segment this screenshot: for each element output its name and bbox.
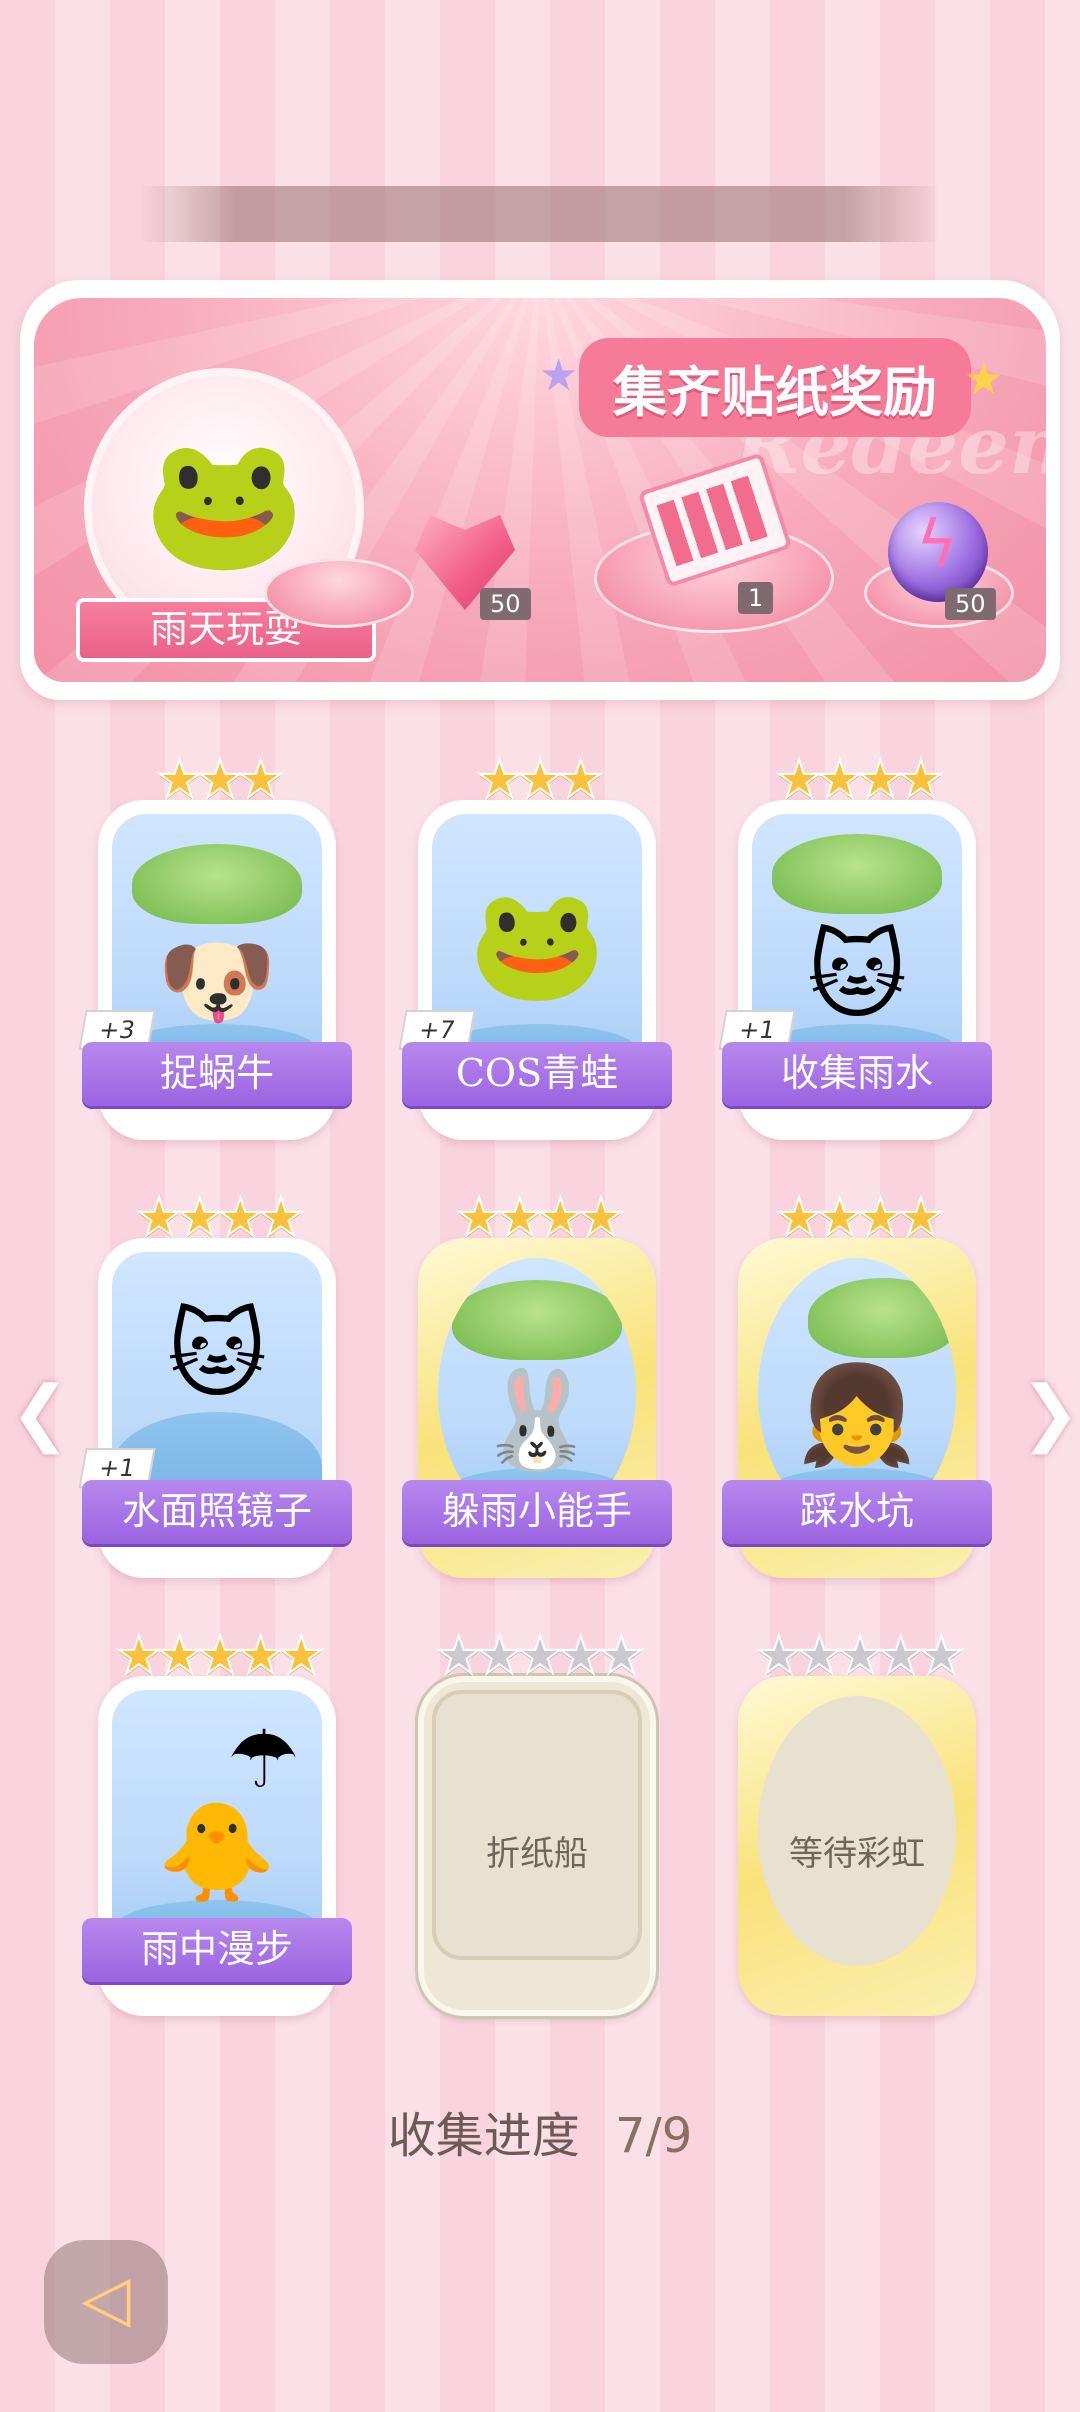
star-filled-icon: ★ (216, 1187, 265, 1249)
bunny-icon: 🐰 (477, 1364, 597, 1476)
star-filled-icon: ★ (577, 1187, 626, 1249)
gift-box-count: 1 (738, 582, 774, 614)
star-filled-icon: ★ (536, 1187, 585, 1249)
card-name-label: 雨中漫步 (82, 1918, 352, 1982)
sticker-card[interactable]: 🐶 ★★★ +3 捉蜗牛 (78, 749, 352, 1150)
star-rating: ★★★★★ (82, 1625, 352, 1687)
calico-cat-icon: 🐱 (166, 1298, 268, 1411)
girl-icon: 👧 (797, 1358, 917, 1471)
progress-value: 7/9 (615, 2108, 693, 2164)
star-filled-icon: ★ (897, 1187, 946, 1249)
star-filled-icon: ★ (196, 749, 245, 811)
reward-panel-background: Redeem ★ 集齐贴纸奖励 ★ 🐸 雨天玩耍 (34, 298, 1046, 682)
card-name-label: COS青蛙 (402, 1042, 672, 1106)
star-empty-icon: ★ (795, 1625, 844, 1687)
star-empty-icon: ★ (754, 1625, 803, 1687)
star-rating: ★★★★★ (402, 1625, 672, 1687)
lotus-leaf-umbrella (132, 844, 302, 924)
star-filled-icon: ★ (155, 749, 204, 811)
puppy-icon: 🐶 (157, 925, 277, 1038)
notification-marquee (140, 186, 940, 242)
umbrella-icon: ☂ (227, 1713, 300, 1807)
lotus-leaf-umbrella (808, 1278, 956, 1358)
star-filled-icon: ★ (556, 749, 605, 811)
star-filled-icon: ★ (475, 749, 524, 811)
star-filled-icon: ★ (815, 1187, 864, 1249)
card-name-label: 踩水坑 (722, 1480, 992, 1544)
star-empty-icon: ★ (516, 1625, 565, 1687)
frog-hood-cat-icon: 🐸 (143, 426, 305, 579)
sticker-card-locked[interactable]: ★★★★★ 等待彩虹 (722, 1625, 992, 2026)
star-rating: ★★★★ (402, 1187, 672, 1249)
star-filled-icon: ★ (455, 1187, 504, 1249)
star-filled-icon: ★ (114, 1625, 163, 1687)
star-filled-icon: ★ (516, 749, 565, 811)
star-empty-icon: ★ (556, 1625, 605, 1687)
star-filled-icon: ★ (236, 749, 285, 811)
energy-orb-count: 50 (945, 588, 996, 620)
back-arrow-icon: ◁ (81, 2262, 131, 2336)
star-filled-icon: ★ (495, 1187, 544, 1249)
lotus-leaf-umbrella (452, 1280, 622, 1360)
star-filled-icon: ★ (775, 1187, 824, 1249)
frog-icon: 🐸 (468, 879, 606, 1008)
reward-title: 集齐贴纸奖励 (579, 338, 971, 437)
sticker-card[interactable]: 👧 ★★★★ 踩水坑 (722, 1187, 992, 1588)
chevron-right-icon[interactable]: ❯ (1020, 1370, 1080, 1454)
lotus-leaf-umbrella (772, 834, 942, 914)
sticker-card[interactable]: 🐰 ★★★★ 躲雨小能手 (402, 1187, 672, 1588)
sticker-card[interactable]: ☂ 🐥 ★★★★★ 雨中漫步 (82, 1625, 352, 2026)
card-artwork-placeholder (432, 1690, 642, 1960)
star-filled-icon: ★ (856, 749, 905, 811)
star-empty-icon: ★ (917, 1625, 966, 1687)
progress-label: 收集进度 (387, 2108, 580, 2164)
gem-count: 50 (480, 588, 531, 620)
card-name-label: 收集雨水 (722, 1042, 992, 1106)
star-empty-icon: ★ (434, 1625, 483, 1687)
star-rating: ★★★★ (82, 1187, 352, 1249)
star-filled-icon: ★ (897, 749, 946, 811)
star-filled-icon: ★ (775, 749, 824, 811)
star-filled-icon: ★ (277, 1625, 326, 1687)
star-filled-icon: ★ (815, 749, 864, 811)
card-name-label: 躲雨小能手 (402, 1480, 672, 1544)
sticker-card[interactable]: 🐱 ★★★★ +1 水面照镜子 (78, 1187, 352, 1588)
star-filled-icon: ★ (257, 1187, 306, 1249)
star-rating: ★★★★ (722, 749, 992, 811)
star-rating: ★★★★ (722, 1187, 992, 1249)
duck-hood-cat-icon: 🐥 (157, 1796, 277, 1908)
purple-star-icon: ★ (539, 350, 579, 401)
star-empty-icon: ★ (475, 1625, 524, 1687)
star-empty-icon: ★ (597, 1625, 646, 1687)
card-name-label: 捉蜗牛 (82, 1042, 352, 1106)
star-rating: ★★★ (402, 749, 672, 811)
star-rating: ★★★ (82, 749, 352, 811)
star-empty-icon: ★ (836, 1625, 885, 1687)
star-rating: ★★★★★ (722, 1625, 992, 1687)
star-filled-icon: ★ (135, 1187, 184, 1249)
card-name-label: 等待彩虹 (789, 1834, 925, 1874)
star-empty-icon: ★ (876, 1625, 925, 1687)
reward-pedestal-1 (264, 558, 414, 628)
back-button[interactable]: ◁ (44, 2240, 168, 2364)
collection-reward-panel: Redeem ★ 集齐贴纸奖励 ★ 🐸 雨天玩耍 50 1 ϟ 50 (20, 280, 1060, 700)
card-name-label: 水面照镜子 (82, 1480, 352, 1544)
card-name-label: 折纸船 (486, 1834, 588, 1874)
star-filled-icon: ★ (196, 1625, 245, 1687)
star-filled-icon: ★ (856, 1187, 905, 1249)
sticker-card[interactable]: 🐱 ★★★★ +1 收集雨水 (718, 749, 992, 1150)
sticker-card[interactable]: 🐸 ★★★ +7 COS青蛙 (398, 749, 672, 1150)
collection-progress: 收集进度 7/9 (0, 2096, 1080, 2166)
lightning-bolt-icon: ϟ (916, 508, 959, 582)
calico-cat-icon: 🐱 (806, 920, 908, 1032)
chevron-left-icon[interactable]: ❮ (10, 1370, 70, 1454)
sticker-card-locked[interactable]: ★★★★★ 折纸船 (402, 1625, 672, 2026)
star-filled-icon: ★ (175, 1187, 224, 1249)
star-filled-icon: ★ (155, 1625, 204, 1687)
yellow-star-icon: ★ (964, 354, 1004, 405)
star-filled-icon: ★ (236, 1625, 285, 1687)
